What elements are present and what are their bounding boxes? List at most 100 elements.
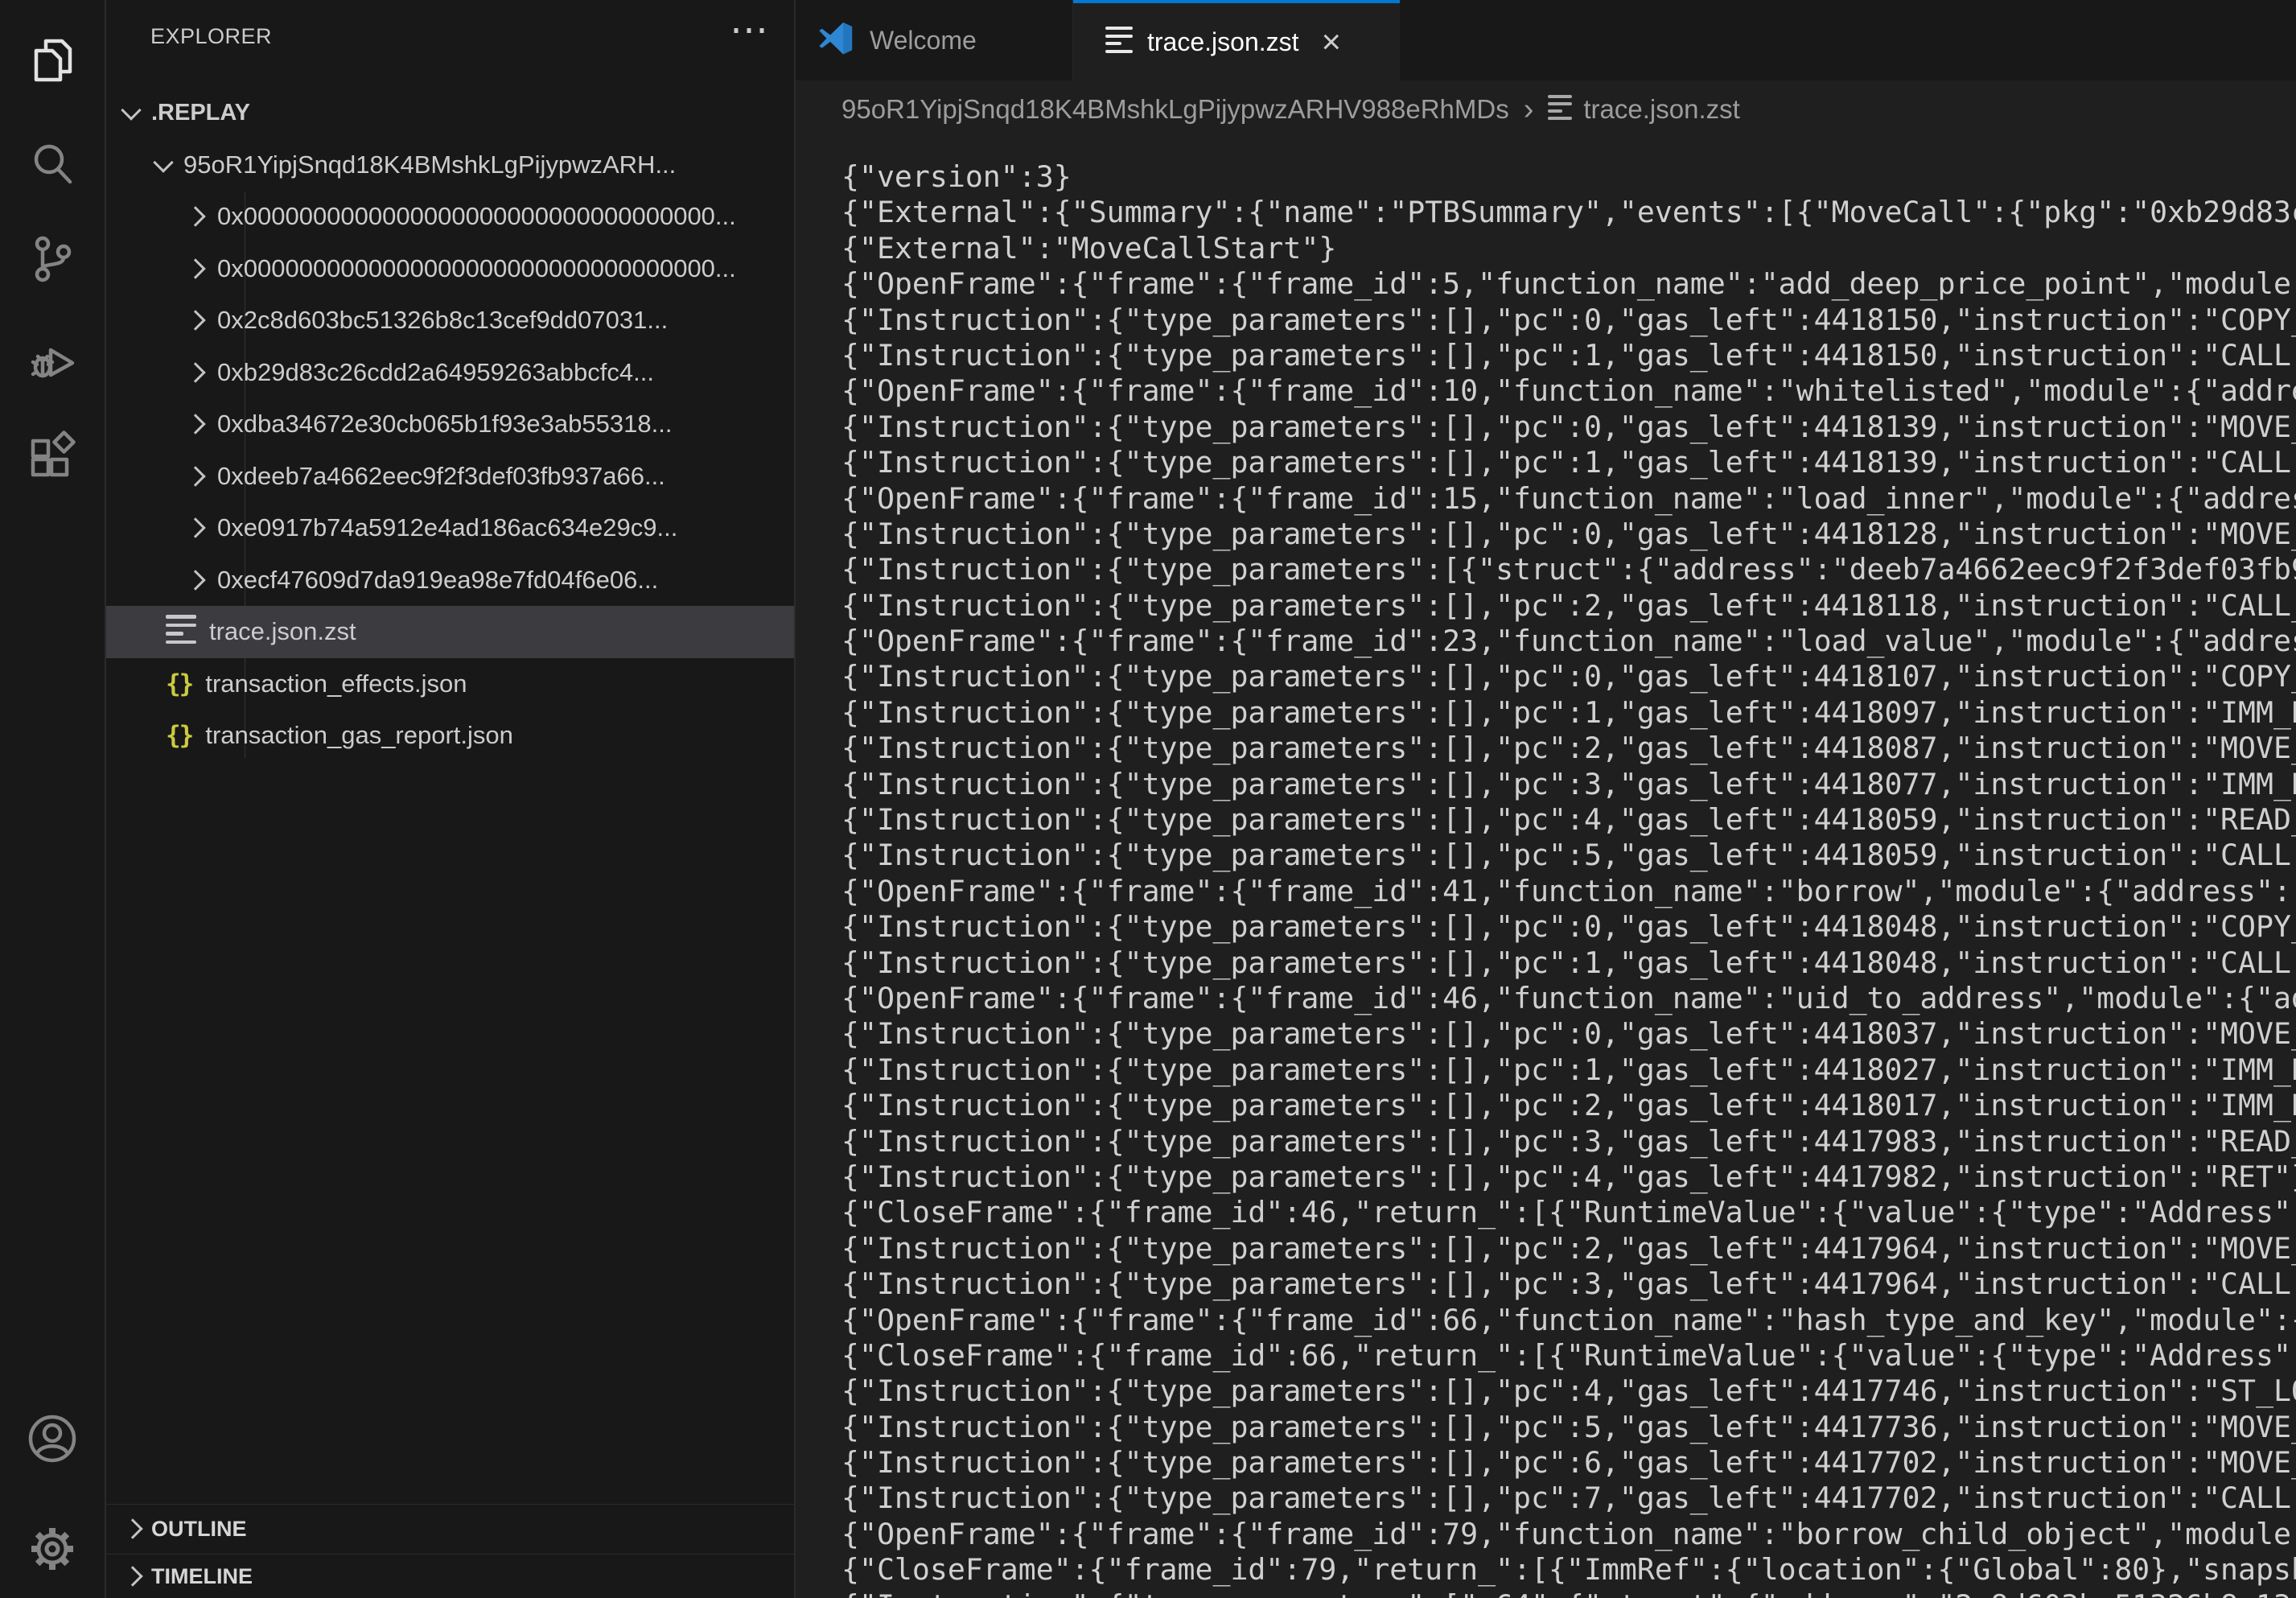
timeline-label: TIMELINE: [151, 1564, 253, 1589]
code-line: {"OpenFrame":{"frame":{"frame_id":41,"fu…: [841, 874, 2296, 909]
code-line: {"External":{"Summary":{"name":"PTBSumma…: [841, 195, 2296, 230]
chevron-down-icon: [153, 152, 173, 172]
code-line: {"Instruction":{"type_parameters":[],"pc…: [841, 338, 2296, 373]
tree-item[interactable]: {} transaction_effects.json: [106, 658, 794, 710]
settings-gear-icon[interactable]: [27, 1523, 78, 1575]
chevron-right-icon: [185, 207, 205, 227]
tree-item[interactable]: 0xdba34672e30cb065b1f93e3ab55318...: [106, 398, 794, 451]
breadcrumb-file[interactable]: trace.json.zst: [1583, 94, 1739, 125]
tree-item-label: 0x0000000000000000000000000000000000...: [217, 254, 736, 283]
code-line: {"OpenFrame":{"frame":{"frame_id":15,"fu…: [841, 481, 2296, 517]
code-line: {"Instruction":{"type_parameters":[],"pc…: [841, 659, 2296, 694]
chevron-right-icon: [122, 1566, 142, 1586]
close-icon[interactable]: ×: [1322, 25, 1342, 59]
activity-bar: [0, 0, 106, 1598]
chevron-right-icon: [185, 570, 205, 590]
tree-item[interactable]: 0x0000000000000000000000000000000000...: [106, 243, 794, 295]
tree-item-label: 0xe0917b74a5912e4ad186ac634e29c9...: [217, 513, 677, 542]
file-list-icon: [166, 615, 196, 649]
run-and-debug-icon[interactable]: [27, 332, 78, 383]
code-line: {"Instruction":{"type_parameters":[],"pc…: [841, 1088, 2296, 1123]
code-line: {"CloseFrame":{"frame_id":79,"return_":[…: [841, 1552, 2296, 1588]
code-line: {"Instruction":{"type_parameters":[],"pc…: [841, 1410, 2296, 1445]
timeline-section-header[interactable]: TIMELINE: [106, 1554, 794, 1598]
vscode-logo-icon: [817, 22, 854, 59]
breadcrumb-separator-icon: ›: [1524, 93, 1534, 127]
tab-welcome[interactable]: Welcome: [796, 0, 1073, 80]
chevron-right-icon: [185, 466, 205, 486]
code-line: {"Instruction":{"type_parameters":[{"str…: [841, 552, 2296, 587]
code-line: {"Instruction":{"type_parameters":[],"pc…: [841, 1124, 2296, 1159]
code-line: {"Instruction":{"type_parameters":[],"pc…: [841, 838, 2296, 873]
chevron-right-icon: [185, 414, 205, 435]
chevron-down-icon: [121, 101, 141, 121]
source-control-icon[interactable]: [27, 233, 78, 285]
code-line: {"OpenFrame":{"frame":{"frame_id":79,"fu…: [841, 1517, 2296, 1552]
search-icon[interactable]: [27, 139, 78, 191]
tab-trace-json-zst[interactable]: trace.json.zst ×: [1073, 0, 1400, 80]
breadcrumb: 95oR1YipjSnqd18K4BMshkLgPijypwzARHV988eR…: [796, 80, 2296, 138]
more-actions-icon[interactable]: ⋯: [730, 6, 768, 55]
tree-item-label: 0xdba34672e30cb065b1f93e3ab55318...: [217, 410, 672, 439]
explorer-sidebar: EXPLORER ⋯ .REPLAY95oR1YipjSnqd18K4BMshk…: [106, 0, 796, 1598]
chevron-right-icon: [185, 258, 205, 278]
code-line: {"Instruction":{"type_parameters":["u64"…: [841, 1588, 2296, 1598]
code-line: {"Instruction":{"type_parameters":[],"pc…: [841, 410, 2296, 445]
code-line: {"Instruction":{"type_parameters":[],"pc…: [841, 1159, 2296, 1195]
tree-item[interactable]: trace.json.zst: [106, 606, 794, 658]
json-file-icon: {}: [166, 669, 192, 698]
code-line: {"Instruction":{"type_parameters":[],"pc…: [841, 1374, 2296, 1409]
file-list-icon: [1548, 95, 1572, 124]
chevron-right-icon: [185, 311, 205, 331]
extensions-icon[interactable]: [27, 430, 78, 481]
outline-label: OUTLINE: [151, 1517, 247, 1542]
tree-item[interactable]: 0xecf47609d7da919ea98e7fd04f6e06...: [106, 554, 794, 607]
code-line: {"CloseFrame":{"frame_id":66,"return_":[…: [841, 1338, 2296, 1374]
code-line: {"OpenFrame":{"frame":{"frame_id":46,"fu…: [841, 981, 2296, 1016]
code-line: {"OpenFrame":{"frame":{"frame_id":5,"fun…: [841, 266, 2296, 302]
tree-item-label: 0x0000000000000000000000000000000000...: [217, 202, 736, 231]
tree-item[interactable]: .REPLAY: [106, 87, 794, 139]
sidebar-title: EXPLORER: [150, 24, 272, 49]
tree-item[interactable]: 95oR1YipjSnqd18K4BMshkLgPijypwzARH...: [106, 139, 794, 192]
code-line: {"Instruction":{"type_parameters":[],"pc…: [841, 945, 2296, 981]
accounts-icon[interactable]: [27, 1413, 78, 1464]
tree-item[interactable]: 0xe0917b74a5912e4ad186ac634e29c9...: [106, 502, 794, 554]
code-line: {"Instruction":{"type_parameters":[],"pc…: [841, 1052, 2296, 1088]
code-line: {"version":3}: [841, 159, 2296, 195]
outline-section-header[interactable]: OUTLINE: [106, 1504, 794, 1553]
code-line: {"Instruction":{"type_parameters":[],"pc…: [841, 1445, 2296, 1481]
code-line: {"Instruction":{"type_parameters":[],"pc…: [841, 1231, 2296, 1266]
editor-content[interactable]: {"version":3}{"External":{"Summary":{"na…: [796, 138, 2296, 1598]
chevron-right-icon: [185, 362, 205, 382]
explorer-icon[interactable]: [27, 35, 78, 86]
code-line: {"Instruction":{"type_parameters":[],"pc…: [841, 767, 2296, 802]
tree-item[interactable]: 0x2c8d603bc51326b8c13cef9dd07031...: [106, 294, 794, 347]
vscode-window: EXPLORER ⋯ .REPLAY95oR1YipjSnqd18K4BMshk…: [0, 0, 2296, 1598]
code-line: {"OpenFrame":{"frame":{"frame_id":10,"fu…: [841, 373, 2296, 409]
code-line: {"Instruction":{"type_parameters":[],"pc…: [841, 1481, 2296, 1516]
tree-item-label: transaction_effects.json: [205, 669, 467, 698]
breadcrumb-folder[interactable]: 95oR1YipjSnqd18K4BMshkLgPijypwzARHV988eR…: [841, 94, 1509, 125]
file-tree: .REPLAY95oR1YipjSnqd18K4BMshkLgPijypwzAR…: [106, 87, 794, 762]
tree-item-label: 0xdeeb7a4662eec9f2f3def03fb937a66...: [217, 462, 665, 491]
chevron-right-icon: [185, 518, 205, 538]
code-line: {"Instruction":{"type_parameters":[],"pc…: [841, 695, 2296, 731]
json-file-icon: {}: [166, 721, 192, 750]
code-line: {"External":"MoveCallStart"}: [841, 231, 2296, 266]
tree-item-label: trace.json.zst: [209, 617, 356, 646]
code-line: {"OpenFrame":{"frame":{"frame_id":66,"fu…: [841, 1303, 2296, 1338]
tree-item[interactable]: {}transaction_gas_report.json: [106, 710, 794, 762]
tree-item[interactable]: 0xb29d83c26cdd2a64959263abbcfc4...: [106, 347, 794, 399]
code-line: {"Instruction":{"type_parameters":[],"pc…: [841, 909, 2296, 945]
code-line: {"Instruction":{"type_parameters":[],"pc…: [841, 445, 2296, 480]
tree-item[interactable]: 0x0000000000000000000000000000000000...: [106, 191, 794, 243]
code-line: {"Instruction":{"type_parameters":[],"pc…: [841, 303, 2296, 338]
tree-item-label: 0x2c8d603bc51326b8c13cef9dd07031...: [217, 306, 668, 335]
code-line: {"Instruction":{"type_parameters":[],"pc…: [841, 1266, 2296, 1302]
code-line: {"Instruction":{"type_parameters":[],"pc…: [841, 517, 2296, 552]
code-line: {"Instruction":{"type_parameters":[],"pc…: [841, 588, 2296, 624]
tree-item[interactable]: 0xdeeb7a4662eec9f2f3def03fb937a66...: [106, 451, 794, 503]
tab-label: trace.json.zst: [1147, 27, 1299, 57]
code-line: {"Instruction":{"type_parameters":[],"pc…: [841, 731, 2296, 766]
